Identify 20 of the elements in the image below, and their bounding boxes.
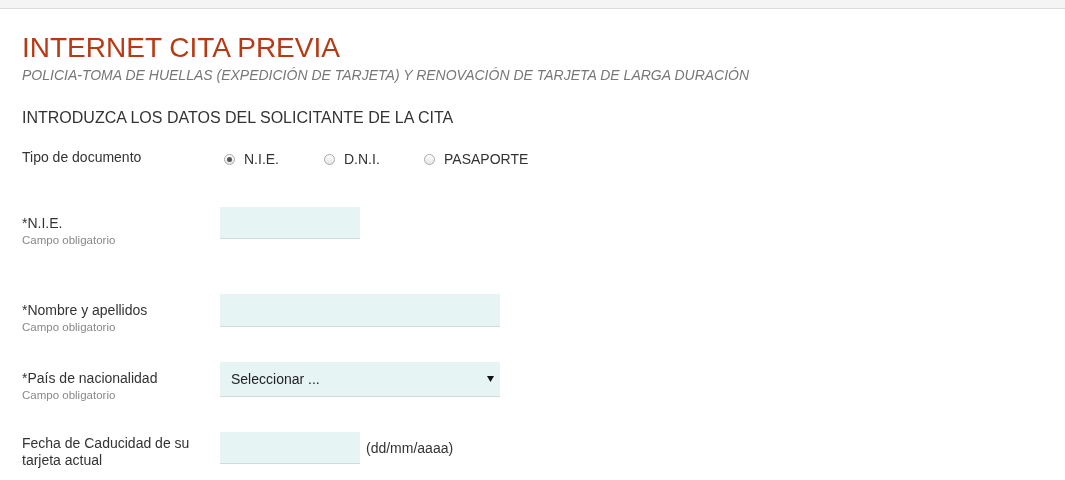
input-field[interactable] [220, 294, 500, 327]
field-label: *País de nacionalidad [22, 370, 159, 387]
page-title: INTERNET CITA PREVIA [22, 31, 341, 65]
field-label: Tipo de documento [22, 149, 143, 166]
required-note: Campo obligatorio [22, 389, 117, 401]
required-note: Campo obligatorio [22, 321, 117, 333]
input-field[interactable] [220, 207, 360, 239]
field-label: *Nombre y apellidos [22, 302, 149, 319]
radio-option[interactable]: PASAPORTE [424, 151, 544, 167]
section-title: INTRODUZCA LOS DATOS DEL SOLICITANTE DE LA CITA [22, 109, 455, 127]
caret-icon [487, 376, 494, 382]
radio-option[interactable]: N.I.E. [224, 151, 324, 167]
radio-option[interactable]: D.N.I. [324, 151, 424, 167]
country-select[interactable]: Seleccionar ... [220, 362, 500, 397]
field-label: *N.I.E. [22, 215, 64, 232]
input-field[interactable] [220, 432, 360, 464]
required-note: Campo obligatorio [22, 234, 117, 246]
page-subtitle: POLICIA-TOMA DE HUELLAS (EXPEDICIÓN DE TARJETA) Y RENOVACIÓN DE TARJETA DE LARGA DURACIÓN [22, 67, 751, 83]
field-label: Fecha de Caducidad de su tarjeta actual [22, 435, 191, 469]
date-format-hint: (dd/mm/aaaa) [366, 440, 454, 456]
